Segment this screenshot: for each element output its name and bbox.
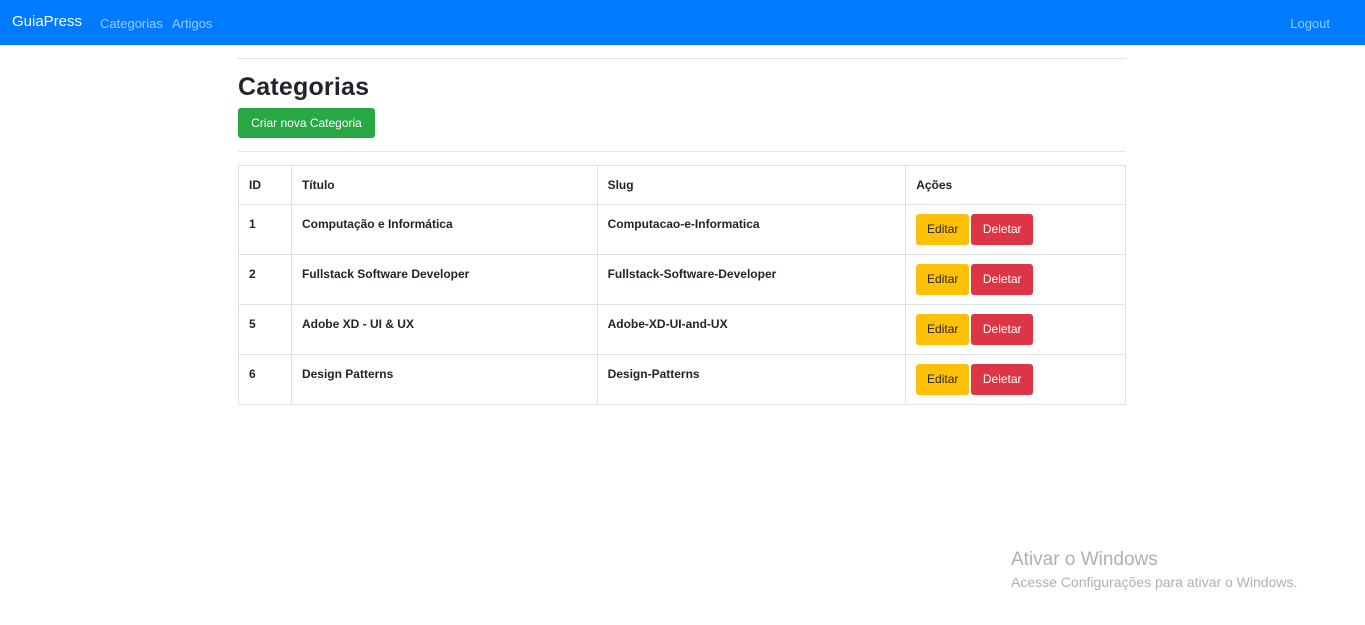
cell-slug: Adobe-XD-UI-and-UX bbox=[596, 304, 907, 355]
header-slug: Slug bbox=[596, 165, 907, 205]
logout-link[interactable]: Logout bbox=[1290, 16, 1330, 31]
top-divider bbox=[238, 58, 1126, 59]
edit-button[interactable]: Editar bbox=[916, 364, 970, 395]
cell-title: Fullstack Software Developer bbox=[290, 254, 598, 305]
cell-title: Design Patterns bbox=[290, 354, 598, 405]
categories-table: ID Título Slug Ações 1 Computação e Info… bbox=[238, 165, 1126, 405]
windows-activation-title: Ativar o Windows bbox=[1011, 549, 1158, 570]
create-category-button[interactable]: Criar nova Categoria bbox=[238, 108, 375, 138]
edit-button[interactable]: Editar bbox=[916, 214, 970, 245]
header-title: Título bbox=[290, 165, 598, 205]
edit-button[interactable]: Editar bbox=[916, 264, 970, 295]
windows-activation-subtitle: Acesse Configurações para ativar o Windo… bbox=[1011, 574, 1298, 590]
table-header-row: ID Título Slug Ações bbox=[238, 165, 1126, 205]
header-actions: Ações bbox=[905, 165, 1126, 205]
table-row: 2 Fullstack Software Developer Fullstack… bbox=[238, 254, 1126, 305]
delete-button[interactable]: Deletar bbox=[971, 264, 1034, 295]
page-title: Categorias bbox=[238, 73, 370, 101]
cell-slug: Computacao-e-Informatica bbox=[596, 204, 907, 255]
cell-actions: Editar Deletar bbox=[905, 204, 1126, 255]
cell-actions: Editar Deletar bbox=[905, 254, 1126, 305]
table-row: 5 Adobe XD - UI & UX Adobe-XD-UI-and-UX … bbox=[238, 304, 1126, 355]
cell-id: 5 bbox=[238, 304, 292, 355]
cell-actions: Editar Deletar bbox=[905, 304, 1126, 355]
cell-title: Adobe XD - UI & UX bbox=[290, 304, 598, 355]
delete-button[interactable]: Deletar bbox=[971, 214, 1034, 245]
table-row: 6 Design Patterns Design-Patterns Editar… bbox=[238, 354, 1126, 405]
cell-id: 6 bbox=[238, 354, 292, 405]
nav-link-artigos[interactable]: Artigos bbox=[172, 16, 212, 31]
delete-button[interactable]: Deletar bbox=[971, 314, 1034, 345]
table-row: 1 Computação e Informática Computacao-e-… bbox=[238, 204, 1126, 255]
header-id: ID bbox=[238, 165, 292, 205]
cell-id: 2 bbox=[238, 254, 292, 305]
nav-link-categorias[interactable]: Categorias bbox=[100, 16, 163, 31]
top-navbar: GuiaPress Categorias Artigos Logout bbox=[0, 0, 1365, 45]
brand-link[interactable]: GuiaPress bbox=[12, 13, 82, 30]
bottom-divider bbox=[238, 151, 1126, 152]
edit-button[interactable]: Editar bbox=[916, 314, 970, 345]
cell-slug: Fullstack-Software-Developer bbox=[596, 254, 907, 305]
cell-title: Computação e Informática bbox=[290, 204, 598, 255]
cell-id: 1 bbox=[238, 204, 292, 255]
delete-button[interactable]: Deletar bbox=[971, 364, 1034, 395]
cell-slug: Design-Patterns bbox=[596, 354, 907, 405]
cell-actions: Editar Deletar bbox=[905, 354, 1126, 405]
